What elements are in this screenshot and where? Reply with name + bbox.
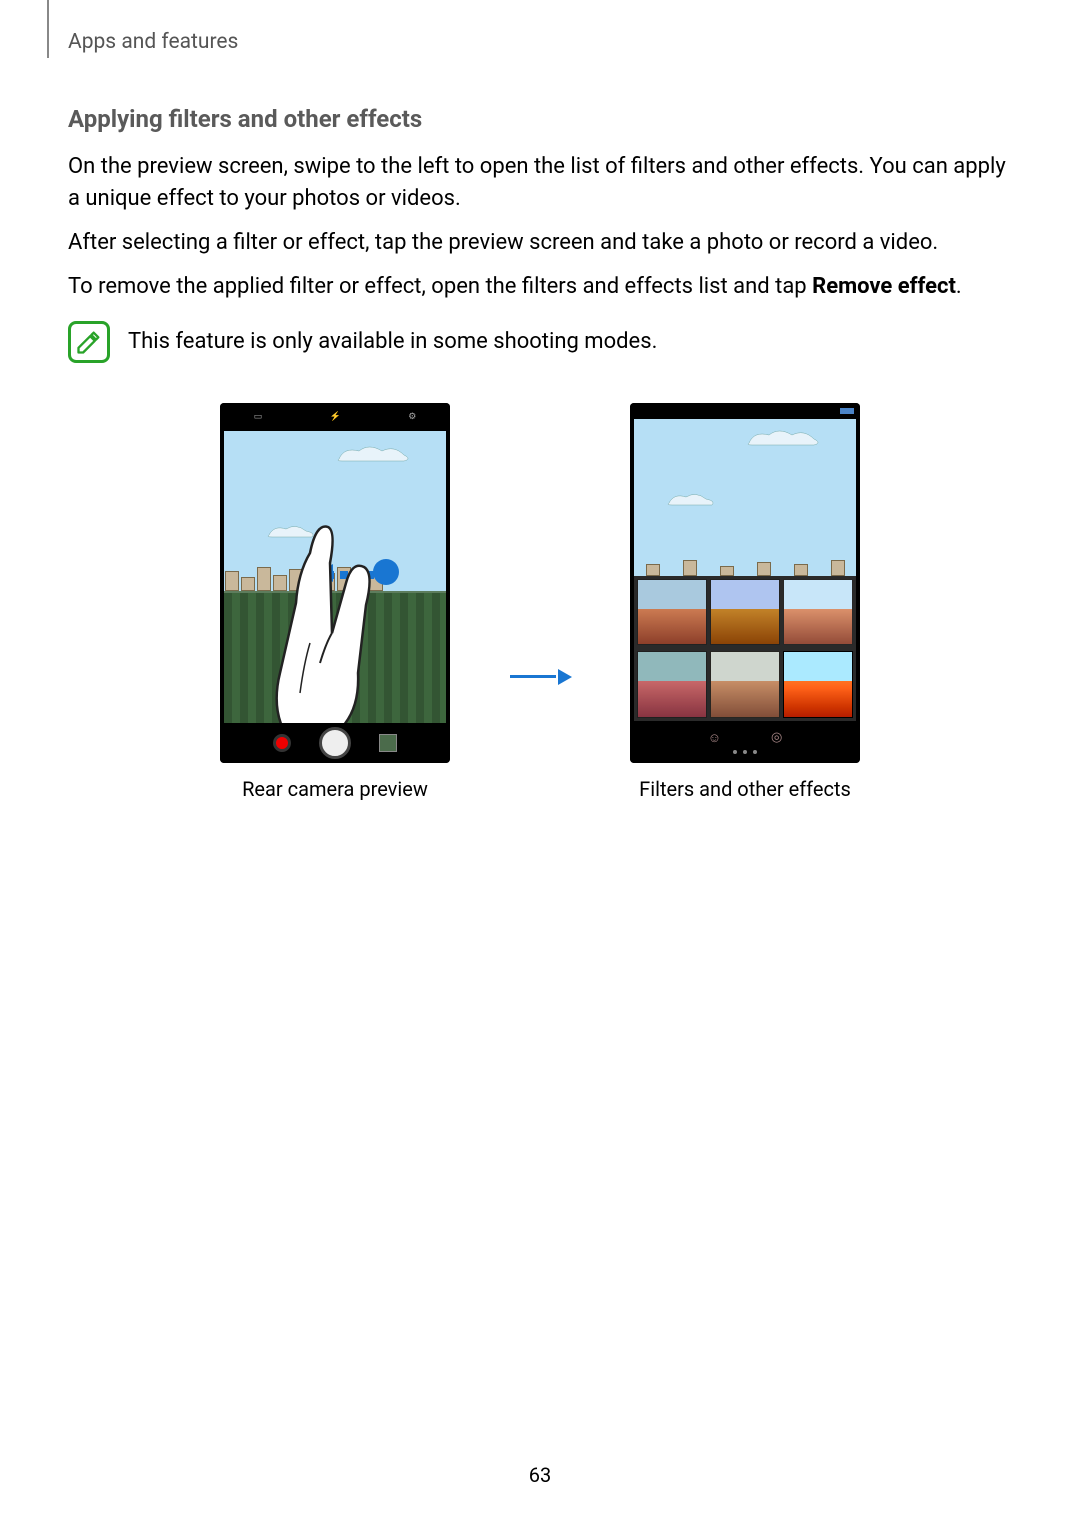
- filter-thumb: [710, 651, 780, 717]
- paragraph-1: On the preview screen, swipe to the left…: [68, 151, 1012, 215]
- paragraph-3-pre: To remove the applied filter or effect, …: [68, 274, 812, 299]
- target-icon: ◎: [771, 730, 782, 746]
- smile-icon: ☺: [708, 730, 721, 746]
- paragraph-3: To remove the applied filter or effect, …: [68, 271, 1012, 303]
- filter-thumb: [710, 579, 780, 645]
- filter-thumb: [637, 579, 707, 645]
- section-heading: Applying filters and other effects: [68, 105, 1012, 133]
- flash-icon: ⚡: [330, 412, 341, 422]
- gallery-thumb-icon: [379, 734, 397, 752]
- page-number: 63: [0, 1463, 1080, 1487]
- cloud-icon: [334, 441, 414, 465]
- treeline-illustration: [224, 591, 446, 722]
- phone-left: ▭ ⚡ ⚙: [220, 403, 450, 763]
- paragraph-3-bold: Remove effect: [812, 274, 956, 299]
- content-area: Applying filters and other effects On th…: [68, 105, 1012, 801]
- swipe-trail: [326, 571, 374, 579]
- filter-thumb: [783, 579, 853, 645]
- pager-dots: [733, 750, 757, 754]
- phone-left-statusbar: ▭ ⚡ ⚙: [220, 403, 450, 431]
- cloud-icon: [664, 489, 724, 513]
- header-rule: [47, 0, 49, 58]
- ratio-icon: ▭: [254, 412, 263, 422]
- record-button-icon: [273, 734, 291, 752]
- battery-icon: [840, 408, 854, 414]
- shutter-button-icon: [319, 727, 351, 759]
- figure-right: ☺ ◎ Filters and other effects: [630, 403, 860, 801]
- note-pencil-icon: [68, 321, 110, 363]
- note-text: This feature is only available in some s…: [128, 329, 657, 354]
- phone-right-controls: ☺ ◎: [630, 721, 860, 763]
- filter-thumb: [637, 651, 707, 717]
- cloud-icon: [744, 425, 824, 453]
- paragraph-2: After selecting a filter or effect, tap …: [68, 227, 1012, 259]
- phone-right: ☺ ◎: [630, 403, 860, 763]
- phone-right-statusbar: [630, 403, 860, 419]
- filters-grid: [634, 576, 856, 721]
- settings-icon: ⚙: [408, 412, 416, 422]
- breadcrumb: Apps and features: [68, 30, 238, 54]
- figure-left: ▭ ⚡ ⚙: [220, 403, 450, 801]
- transition-arrow-icon: [510, 675, 570, 678]
- figure-left-caption: Rear camera preview: [242, 777, 428, 801]
- buildings-illustration: [634, 558, 856, 576]
- swipe-start-dot: [373, 559, 399, 585]
- paragraph-3-post: .: [956, 274, 962, 299]
- phone-right-screen: [634, 419, 856, 721]
- note-row: This feature is only available in some s…: [68, 321, 1012, 363]
- filter-thumb: [783, 651, 853, 717]
- phone-left-screen: [224, 431, 446, 723]
- figure-row: ▭ ⚡ ⚙: [68, 403, 1012, 801]
- figure-right-caption: Filters and other effects: [639, 777, 851, 801]
- phone-left-controls: [220, 723, 450, 763]
- cloud-icon: [264, 521, 324, 541]
